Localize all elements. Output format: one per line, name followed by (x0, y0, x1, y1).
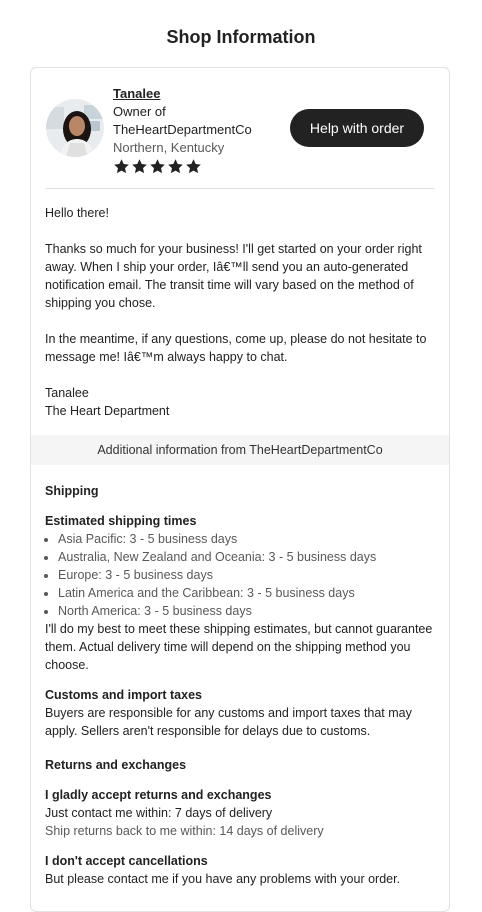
help-with-order-button[interactable]: Help with order (290, 109, 424, 147)
shipping-note: I'll do my best to meet these shipping e… (45, 622, 433, 672)
shop-name: TheHeartDepartmentCo (113, 122, 252, 137)
shipping-heading: Shipping (45, 484, 99, 498)
list-item: Latin America and the Caribbean: 3 - 5 b… (58, 584, 435, 602)
owner-section: Tanalee Owner of TheHeartDepartmentCo No… (31, 68, 449, 189)
returns-contact-within: Just contact me within: 7 days of delive… (45, 806, 273, 820)
signature-shop: The Heart Department (45, 404, 170, 418)
list-item: Asia Pacific: 3 - 5 business days (58, 530, 435, 548)
returns-ship-back-within: Ship returns back to me within: 14 days … (45, 824, 324, 838)
message-paragraph: In the meantime, if any questions, come … (45, 332, 427, 364)
list-item: Europe: 3 - 5 business days (58, 566, 435, 584)
star-rating (113, 158, 252, 175)
star-icon (132, 159, 147, 174)
shipping-times-list: Asia Pacific: 3 - 5 business days Austra… (45, 530, 435, 620)
shop-info-card: Tanalee Owner of TheHeartDepartmentCo No… (30, 67, 450, 912)
signature-name: Tanalee (45, 386, 89, 400)
avatar[interactable] (46, 99, 104, 157)
star-icon (168, 159, 183, 174)
divider (45, 188, 435, 189)
avatar-image (46, 99, 104, 157)
owner-name-link[interactable]: Tanalee (113, 85, 252, 103)
cancellations-text: But please contact me if you have any pr… (45, 872, 401, 886)
star-icon (186, 159, 201, 174)
returns-heading: Returns and exchanges (45, 758, 187, 772)
cancellations-heading: I don't accept cancellations (45, 854, 208, 868)
message-greeting: Hello there! (45, 206, 109, 220)
returns-accept-heading: I gladly accept returns and exchanges (45, 788, 272, 802)
shipping-times-heading: Estimated shipping times (45, 514, 197, 528)
customs-text: Buyers are responsible for any customs a… (45, 706, 412, 738)
policies-section: Shipping Estimated shipping times Asia P… (31, 465, 449, 888)
owner-info: Tanalee Owner of TheHeartDepartmentCo No… (113, 85, 252, 175)
page-title: Shop Information (166, 27, 316, 47)
additional-info-header: Additional information from TheHeartDepa… (31, 435, 449, 465)
owner-location: Northern, Kentucky (113, 140, 225, 155)
list-item: Australia, New Zealand and Oceania: 3 - … (58, 548, 435, 566)
owner-message: Hello there! Thanks so much for your bus… (31, 189, 449, 420)
owner-role: Owner of (113, 104, 166, 119)
star-icon (150, 159, 165, 174)
star-icon (114, 159, 129, 174)
customs-heading: Customs and import taxes (45, 688, 202, 702)
list-item: North America: 3 - 5 business days (58, 602, 435, 620)
message-paragraph: Thanks so much for your business! I'll g… (45, 242, 422, 310)
